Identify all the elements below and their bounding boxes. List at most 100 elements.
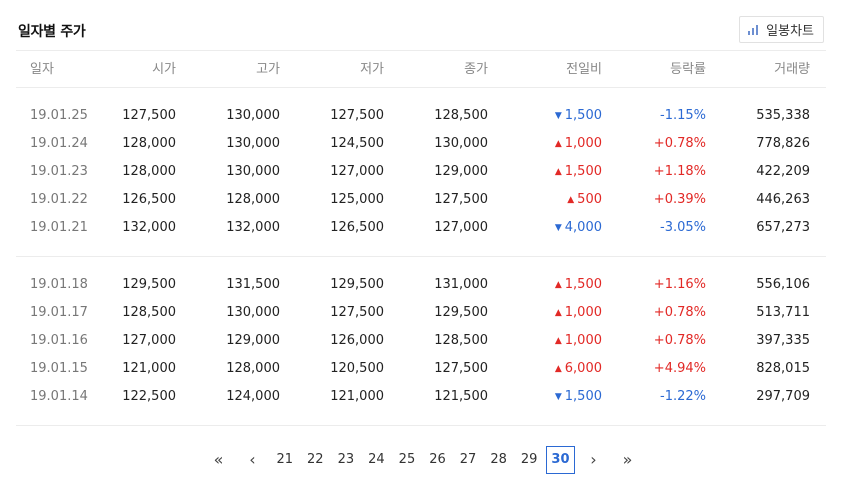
- cell-rate: -1.22%: [660, 389, 706, 404]
- cell-open: 128,000: [122, 164, 176, 179]
- arrow-up-icon: ▲: [554, 280, 562, 290]
- cell-change: ▲ 6,000: [555, 355, 602, 383]
- cell-rate: +0.78%: [653, 333, 706, 348]
- next-page-button[interactable]: ›: [579, 446, 609, 474]
- cell-rate: +4.94%: [653, 361, 706, 376]
- column-header-volume: 거래량: [774, 62, 810, 77]
- change-value: 1,000: [564, 333, 602, 348]
- page-29[interactable]: 29: [516, 446, 543, 474]
- arrow-up-icon: ▲: [554, 364, 562, 374]
- cell-rate: -1.15%: [660, 108, 706, 123]
- column-header-open: 시가: [152, 62, 176, 77]
- page-26[interactable]: 26: [424, 446, 451, 474]
- cell-close: 127,000: [434, 220, 488, 235]
- cell-date: 19.01.17: [30, 305, 88, 320]
- cell-change: ▲ 1,000: [555, 130, 602, 158]
- cell-date: 19.01.18: [30, 277, 88, 292]
- cell-close: 127,500: [434, 192, 488, 207]
- change-value: 1,500: [564, 108, 602, 123]
- cell-close: 128,500: [434, 108, 488, 123]
- table-row: 19.01.14 122,500 124,000 121,000 121,500 ▼ 1,5…: [16, 383, 826, 411]
- cell-rate: +0.39%: [653, 192, 706, 207]
- cell-high: 131,500: [226, 277, 280, 292]
- page-23[interactable]: 23: [333, 446, 360, 474]
- table-row: 19.01.18 129,500 131,500 129,500 131,000 ▲ 1,5…: [16, 271, 826, 299]
- column-header-high: 고가: [256, 62, 280, 77]
- page-30-current[interactable]: 30: [546, 446, 575, 474]
- cell-rate: -3.05%: [660, 220, 706, 235]
- cell-rate: +1.18%: [653, 164, 706, 179]
- change-value: 1,000: [564, 305, 602, 320]
- page-27[interactable]: 27: [455, 446, 482, 474]
- arrow-up-icon: ▲: [554, 139, 562, 149]
- cell-change: ▼ 1,500: [555, 102, 602, 130]
- table-row: 19.01.22 126,500 128,000 125,000 127,500 ▲ 500…: [16, 186, 826, 214]
- page-22[interactable]: 22: [302, 446, 329, 474]
- cell-volume: 657,273: [756, 220, 810, 235]
- cell-volume: 556,106: [756, 277, 810, 292]
- cell-low: 126,000: [330, 333, 384, 348]
- first-page-button[interactable]: «: [203, 446, 233, 474]
- arrow-down-icon: ▼: [554, 392, 562, 402]
- cell-open: 127,500: [122, 108, 176, 123]
- daily-chart-label: 일봉차트: [766, 24, 814, 39]
- arrow-up-icon: ▲: [554, 336, 562, 346]
- page-28[interactable]: 28: [485, 446, 512, 474]
- column-header-rate: 등락률: [670, 62, 706, 77]
- cell-high: 129,000: [226, 333, 280, 348]
- change-value: 1,500: [564, 389, 602, 404]
- cell-change: ▲ 1,000: [555, 327, 602, 355]
- cell-high: 130,000: [226, 136, 280, 151]
- cell-low: 126,500: [330, 220, 384, 235]
- cell-low: 121,000: [330, 389, 384, 404]
- cell-open: 122,500: [122, 389, 176, 404]
- arrow-up-icon: ▲: [554, 308, 562, 318]
- arrow-up-icon: ▲: [554, 167, 562, 177]
- cell-low: 127,000: [330, 164, 384, 179]
- cell-volume: 778,826: [756, 136, 810, 151]
- cell-low: 125,000: [330, 192, 384, 207]
- cell-rate: +1.16%: [653, 277, 706, 292]
- arrow-up-icon: ▲: [567, 195, 575, 205]
- table-row: 19.01.25 127,500 130,000 127,500 128,500 ▼ 1,5…: [16, 102, 826, 130]
- cell-low: 127,500: [330, 108, 384, 123]
- row-group: 19.01.18 129,500 131,500 129,500 131,000 ▲ 1,5…: [16, 257, 826, 425]
- cell-date: 19.01.15: [30, 361, 88, 376]
- cell-low: 127,500: [330, 305, 384, 320]
- cell-low: 120,500: [330, 361, 384, 376]
- row-group-divider: [16, 425, 826, 426]
- cell-date: 19.01.21: [30, 220, 88, 235]
- cell-close: 129,500: [434, 305, 488, 320]
- table-row: 19.01.16 127,000 129,000 126,000 128,500 ▲ 1,0…: [16, 327, 826, 355]
- cell-volume: 513,711: [756, 305, 810, 320]
- cell-close: 127,500: [434, 361, 488, 376]
- arrow-down-icon: ▼: [554, 223, 562, 233]
- change-value: 6,000: [564, 361, 602, 376]
- page-25[interactable]: 25: [394, 446, 421, 474]
- cell-high: 128,000: [226, 361, 280, 376]
- prev-page-button[interactable]: ‹: [237, 446, 267, 474]
- daily-chart-button[interactable]: 일봉차트: [739, 16, 824, 43]
- cell-change: ▲ 1,500: [555, 158, 602, 186]
- header: 일자별 주가 일봉차트: [16, 0, 826, 50]
- table-row: 19.01.24 128,000 130,000 124,500 130,000 ▲ 1,0…: [16, 130, 826, 158]
- page-24[interactable]: 24: [363, 446, 390, 474]
- cell-volume: 422,209: [756, 164, 810, 179]
- page-21[interactable]: 21: [271, 446, 298, 474]
- cell-low: 124,500: [330, 136, 384, 151]
- column-header-low: 저가: [360, 62, 384, 77]
- cell-rate: +0.78%: [653, 136, 706, 151]
- cell-close: 129,000: [434, 164, 488, 179]
- cell-change: ▼ 4,000: [555, 214, 602, 242]
- change-value: 1,000: [564, 136, 602, 151]
- cell-high: 132,000: [226, 220, 280, 235]
- cell-high: 130,000: [226, 164, 280, 179]
- cell-change: ▲ 1,500: [555, 271, 602, 299]
- table-row: 19.01.17 128,500 130,000 127,500 129,500 ▲ 1,0…: [16, 299, 826, 327]
- cell-rate: +0.78%: [653, 305, 706, 320]
- column-header-change: 전일비: [566, 62, 602, 77]
- page-title: 일자별 주가: [18, 24, 86, 40]
- table-body: 19.01.25 127,500 130,000 127,500 128,500 ▼ 1,5…: [16, 88, 826, 426]
- last-page-button[interactable]: »: [613, 446, 643, 474]
- bar-chart-icon: [748, 24, 760, 35]
